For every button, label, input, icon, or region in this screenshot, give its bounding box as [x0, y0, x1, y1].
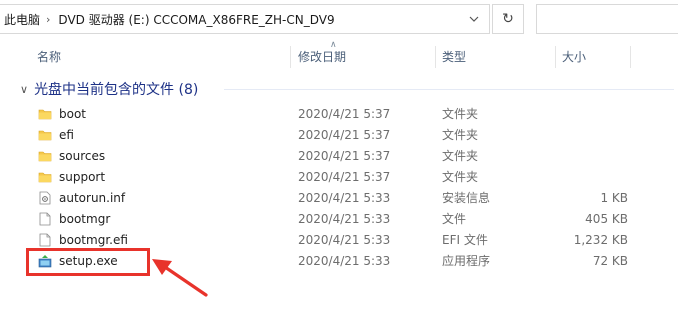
folder-icon [38, 172, 52, 183]
refresh-icon: ↻ [502, 11, 514, 27]
file-name: autorun.inf [59, 191, 126, 205]
file-name: bootmgr [59, 212, 111, 226]
file-type: 文件夹 [442, 128, 479, 142]
breadcrumb-this-pc[interactable]: 此电脑 [0, 11, 42, 28]
file-type: EFI 文件 [442, 233, 488, 247]
file-size [538, 167, 628, 188]
file-size: 405 KB [585, 212, 628, 226]
file-size [538, 146, 628, 167]
file-date: 2020/4/21 5:33 [298, 212, 391, 226]
file-icon [39, 233, 51, 247]
column-header-row: ∧ 名称 修改日期 类型 大小 [0, 40, 678, 70]
address-bar: 此电脑 › DVD 驱动器 (E:) CCCOMA_X86FRE_ZH-CN_D… [0, 0, 678, 40]
file-name: support [59, 170, 106, 184]
file-name: boot [59, 107, 87, 121]
file-date: 2020/4/21 5:37 [298, 128, 391, 142]
settings-file-icon [39, 191, 51, 205]
file-name: sources [59, 149, 106, 163]
table-row[interactable]: boot 2020/4/21 5:37 文件夹 [0, 104, 678, 125]
breadcrumb[interactable]: 此电脑 › DVD 驱动器 (E:) CCCOMA_X86FRE_ZH-CN_D… [0, 4, 490, 34]
file-type: 文件夹 [442, 149, 479, 163]
chevron-right-icon[interactable]: › [42, 13, 54, 26]
column-header-name[interactable]: 名称 [37, 44, 61, 70]
table-row[interactable]: sources 2020/4/21 5:37 文件夹 [0, 146, 678, 167]
group-label: 光盘中当前包含的文件 (8) [34, 82, 199, 98]
folder-icon [38, 130, 52, 141]
file-size: 72 KB [592, 254, 628, 268]
table-row[interactable]: support 2020/4/21 5:37 文件夹 [0, 167, 678, 188]
column-divider[interactable] [630, 46, 631, 68]
column-divider[interactable] [435, 46, 436, 68]
file-date: 2020/4/21 5:37 [298, 170, 391, 184]
table-row[interactable]: bootmgr 2020/4/21 5:33 文件 405 KB [0, 209, 678, 230]
folder-icon [38, 109, 52, 120]
column-divider[interactable] [555, 46, 556, 68]
group-header[interactable]: ∨ 光盘中当前包含的文件 (8) [20, 78, 198, 100]
search-input[interactable] [536, 4, 678, 34]
file-date: 2020/4/21 5:33 [298, 191, 391, 205]
file-date: 2020/4/21 5:33 [298, 233, 391, 247]
file-type: 应用程序 [442, 254, 491, 268]
file-type: 安装信息 [442, 191, 491, 205]
table-row[interactable]: autorun.inf 2020/4/21 5:33 安装信息 1 KB [0, 188, 678, 209]
annotation-arrow-icon [152, 259, 208, 297]
file-size [538, 125, 628, 146]
file-type: 文件 [442, 212, 467, 226]
folder-icon [38, 151, 52, 162]
file-type: 文件夹 [442, 170, 479, 184]
file-date: 2020/4/21 5:37 [298, 107, 391, 121]
breadcrumb-dvd-drive[interactable]: DVD 驱动器 (E:) CCCOMA_X86FRE_ZH-CN_DV9 [54, 11, 336, 28]
chevron-down-icon[interactable]: ∨ [20, 83, 28, 96]
group-divider [224, 89, 674, 90]
column-header-type[interactable]: 类型 [442, 44, 466, 70]
file-name: efi [59, 128, 74, 142]
file-date: 2020/4/21 5:37 [298, 149, 391, 163]
column-divider[interactable] [290, 46, 291, 68]
file-date: 2020/4/21 5:33 [298, 254, 391, 268]
address-history-button[interactable] [458, 4, 490, 34]
table-row[interactable]: efi 2020/4/21 5:37 文件夹 [0, 125, 678, 146]
file-size [538, 104, 628, 125]
file-size: 1 KB [600, 191, 628, 205]
refresh-button[interactable]: ↻ [492, 4, 524, 34]
file-size: 1,232 KB [573, 233, 628, 247]
annotation-highlight-box [26, 248, 150, 276]
column-header-size[interactable]: 大小 [562, 44, 586, 70]
file-icon [39, 212, 51, 226]
file-type: 文件夹 [442, 107, 479, 121]
column-header-date[interactable]: 修改日期 [298, 44, 346, 70]
chevron-down-icon [469, 16, 479, 22]
